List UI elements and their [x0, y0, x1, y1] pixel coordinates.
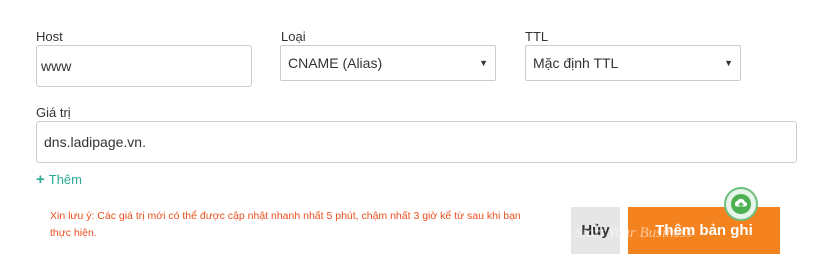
update-note: Xin lưu ý: Các giá trị mới có thể được c…	[50, 210, 521, 239]
caret-down-icon: ▼	[724, 58, 733, 68]
host-label: Host	[36, 29, 63, 44]
host-input-value: www	[41, 58, 72, 74]
add-more-label: Thêm	[48, 172, 82, 187]
plus-icon: +	[36, 171, 45, 188]
type-label: Loại	[281, 29, 306, 44]
ttl-select-value: Mặc định TTL	[533, 55, 619, 71]
host-input[interactable]: www	[36, 45, 252, 87]
type-select-value: CNAME (Alias)	[288, 55, 383, 71]
value-label: Giá trị	[36, 105, 71, 120]
caret-down-icon: ▼	[479, 58, 488, 68]
type-select[interactable]: CNAME (Alias) ▼	[280, 45, 496, 81]
add-record-button-label: Thêm bản ghi	[655, 222, 753, 239]
upload-badge[interactable]	[724, 187, 758, 221]
cancel-button-label: Hủy	[581, 222, 610, 239]
cancel-button[interactable]: Hủy	[571, 207, 620, 254]
ttl-select[interactable]: Mặc định TTL ▼	[525, 45, 741, 81]
value-input-value: dns.ladipage.vn.	[44, 134, 146, 150]
ttl-label: TTL	[525, 29, 549, 44]
add-record-button[interactable]: Thêm bản ghi	[628, 207, 780, 254]
add-more-link[interactable]: + Thêm	[36, 172, 82, 187]
cloud-upload-icon	[731, 194, 751, 214]
value-input[interactable]: dns.ladipage.vn.	[36, 121, 797, 163]
